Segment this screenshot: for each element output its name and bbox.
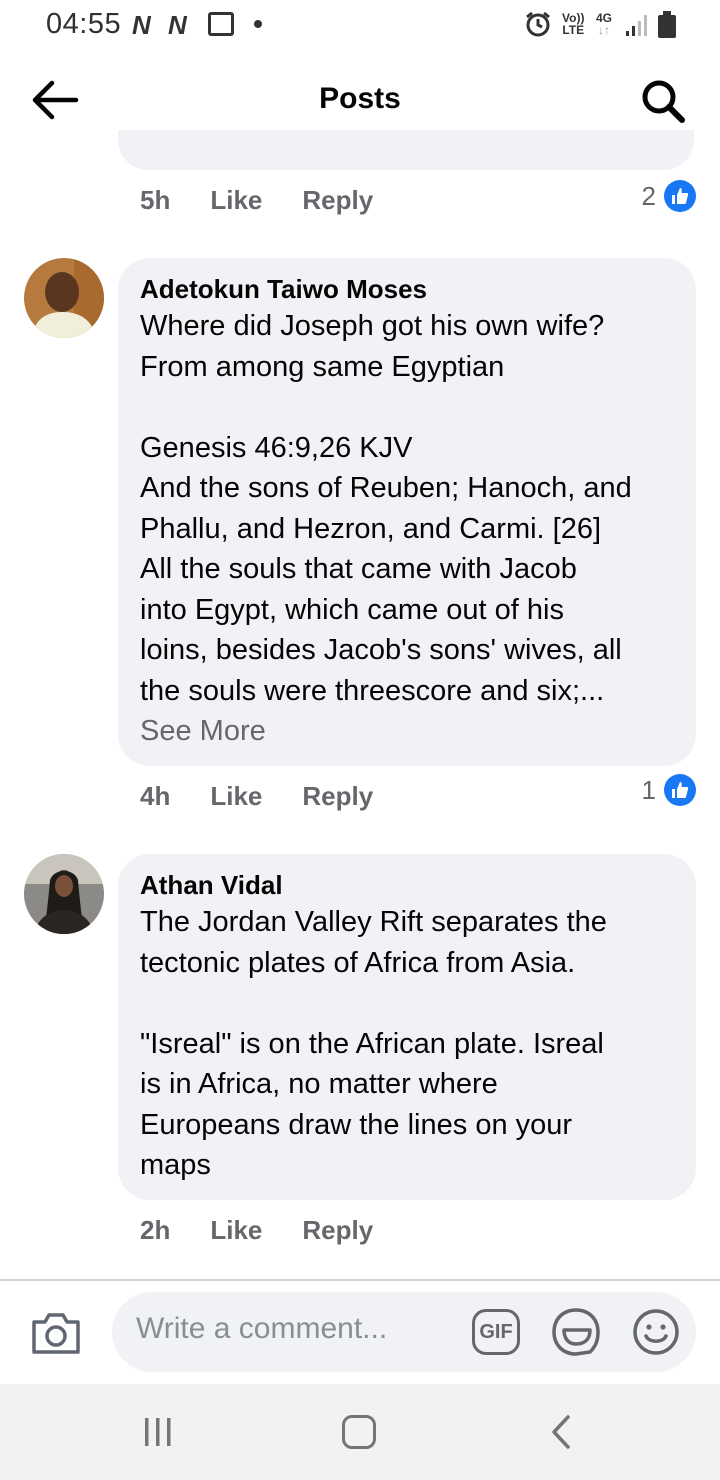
camera-icon[interactable] <box>30 1310 82 1356</box>
reaction-count: 2 <box>641 180 656 211</box>
sticker-icon[interactable] <box>550 1306 602 1358</box>
comment-timestamp: 4h <box>140 780 171 811</box>
image-notification-icon <box>208 12 234 36</box>
alarm-icon <box>526 11 550 37</box>
comment-bubble[interactable]: Athan Vidal The Jordan Valley Rift separ… <box>118 854 696 1200</box>
comment-timestamp: 2h <box>140 1214 171 1245</box>
system-back-icon[interactable] <box>548 1414 574 1450</box>
status-bar: 04:55 N N Vo)) LTE 4G ↓↑ <box>0 0 720 50</box>
status-time: 04:55 <box>46 8 122 40</box>
notification-n-icon: N <box>168 10 187 40</box>
signal-icon <box>626 15 647 36</box>
comment-actions: 2h Like Reply <box>140 1210 700 1250</box>
volte-icon: Vo)) LTE <box>562 12 584 36</box>
comment-timestamp: 5h <box>140 184 171 215</box>
like-reaction-icon <box>664 774 696 806</box>
see-more-link[interactable]: See More <box>140 711 674 751</box>
search-icon[interactable] <box>640 78 686 124</box>
reaction-summary[interactable]: 1 <box>642 774 696 806</box>
home-icon[interactable] <box>342 1415 376 1449</box>
previous-comment-actions: 5h Like Reply <box>140 180 700 220</box>
avatar[interactable] <box>24 258 104 338</box>
emoji-icon[interactable] <box>632 1308 680 1356</box>
reply-button[interactable]: Reply <box>302 185 373 216</box>
battery-icon <box>658 11 676 38</box>
comment-text: Where did Joseph got his own wife? From … <box>140 310 632 707</box>
recent-apps-icon[interactable] <box>142 1416 174 1448</box>
gif-button[interactable]: GIF <box>472 1309 520 1355</box>
like-reaction-icon <box>664 180 696 212</box>
composer-divider <box>0 1279 720 1281</box>
reply-button[interactable]: Reply <box>302 781 373 812</box>
reply-button[interactable]: Reply <box>302 1215 373 1246</box>
like-button[interactable]: Like <box>210 781 262 812</box>
reaction-count: 1 <box>641 774 656 805</box>
like-button[interactable]: Like <box>210 1215 262 1246</box>
comment-author[interactable]: Adetokun Taiwo Moses <box>140 272 674 306</box>
like-button[interactable]: Like <box>210 185 262 216</box>
comment-text: The Jordan Valley Rift separates the tec… <box>140 906 607 1181</box>
gif-label: GIF <box>479 1320 513 1343</box>
previous-comment-bubble <box>118 130 694 170</box>
comment-bubble[interactable]: Adetokun Taiwo Moses Where did Joseph go… <box>118 258 696 766</box>
reaction-summary[interactable]: 2 <box>642 180 696 212</box>
avatar[interactable] <box>24 854 104 934</box>
comment-input-placeholder[interactable]: Write a comment... <box>136 1312 387 1346</box>
notification-n-icon: N <box>132 10 151 40</box>
more-notifications-dot-icon <box>254 20 262 28</box>
network-type-icon: 4G ↓↑ <box>596 11 613 37</box>
page-title: Posts <box>319 82 401 115</box>
system-navigation-bar <box>0 1384 720 1480</box>
comment-author[interactable]: Athan Vidal <box>140 868 674 902</box>
volte-bottom-label: LTE <box>562 23 585 37</box>
comment-actions: 4h Like Reply <box>140 776 700 816</box>
